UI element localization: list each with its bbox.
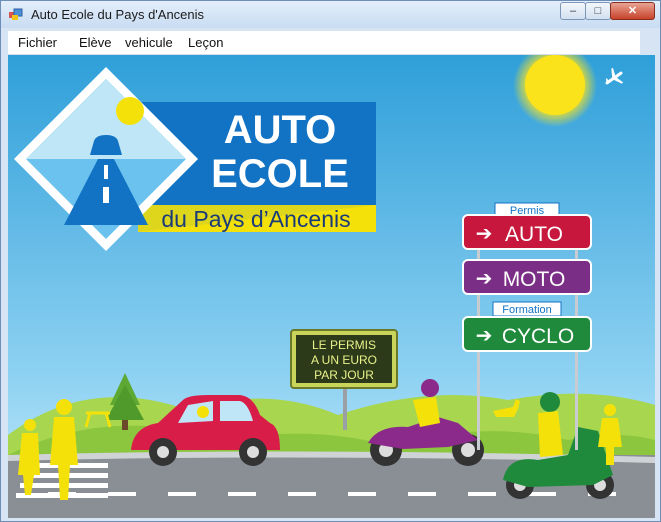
title-bar[interactable]: Auto Ecole du Pays d'Ancenis – □ ✕ <box>1 1 660 28</box>
billboard-line2: A UN EURO <box>311 353 377 367</box>
cyclo-sign-button[interactable]: ➔ CYCLO <box>462 316 592 352</box>
logo-line2: ECOLE <box>211 152 349 196</box>
formation-label: Formation <box>492 301 562 317</box>
minimize-button[interactable]: – <box>560 2 586 20</box>
menu-vehicule[interactable]: vehicule <box>125 35 173 50</box>
logo-line3: du Pays d’Ancenis <box>161 206 350 232</box>
app-icon <box>9 8 23 20</box>
sun <box>525 55 585 115</box>
background-illustration: LE PERMIS A UN EURO PAR JOUR Permis ➔ AU… <box>8 55 655 518</box>
main-content: LE PERMIS A UN EURO PAR JOUR Permis ➔ AU… <box>8 55 655 518</box>
moto-sign-label: MOTO <box>503 268 566 291</box>
menu-fichier[interactable]: Fichier <box>18 35 57 50</box>
moto-sign-button[interactable]: ➔ MOTO <box>462 259 592 295</box>
close-button[interactable]: ✕ <box>610 2 655 20</box>
logo-sun-icon <box>116 97 144 125</box>
arrow-right-icon: ➔ <box>476 268 493 290</box>
cyclo-sign-label: CYCLO <box>502 325 574 348</box>
auto-sign-label: AUTO <box>505 223 563 246</box>
maximize-button[interactable]: □ <box>585 2 611 20</box>
menu-bar: Fichier Elève vehicule Leçon <box>8 31 640 55</box>
app-window: Auto Ecole du Pays d'Ancenis – □ ✕ Fichi… <box>0 0 661 522</box>
arrow-right-icon: ➔ <box>476 223 493 245</box>
menu-eleve[interactable]: Elève <box>79 35 112 50</box>
svg-text:Formation: Formation <box>502 304 552 316</box>
billboard-line3: PAR JOUR <box>314 368 374 382</box>
logo-line1: AUTO <box>224 108 337 152</box>
arrow-right-icon: ➔ <box>476 325 493 347</box>
menu-lecon[interactable]: Leçon <box>188 35 223 50</box>
auto-sign-button[interactable]: ➔ AUTO <box>462 214 592 250</box>
window-title: Auto Ecole du Pays d'Ancenis <box>31 7 205 22</box>
billboard-line1: LE PERMIS <box>312 338 376 352</box>
